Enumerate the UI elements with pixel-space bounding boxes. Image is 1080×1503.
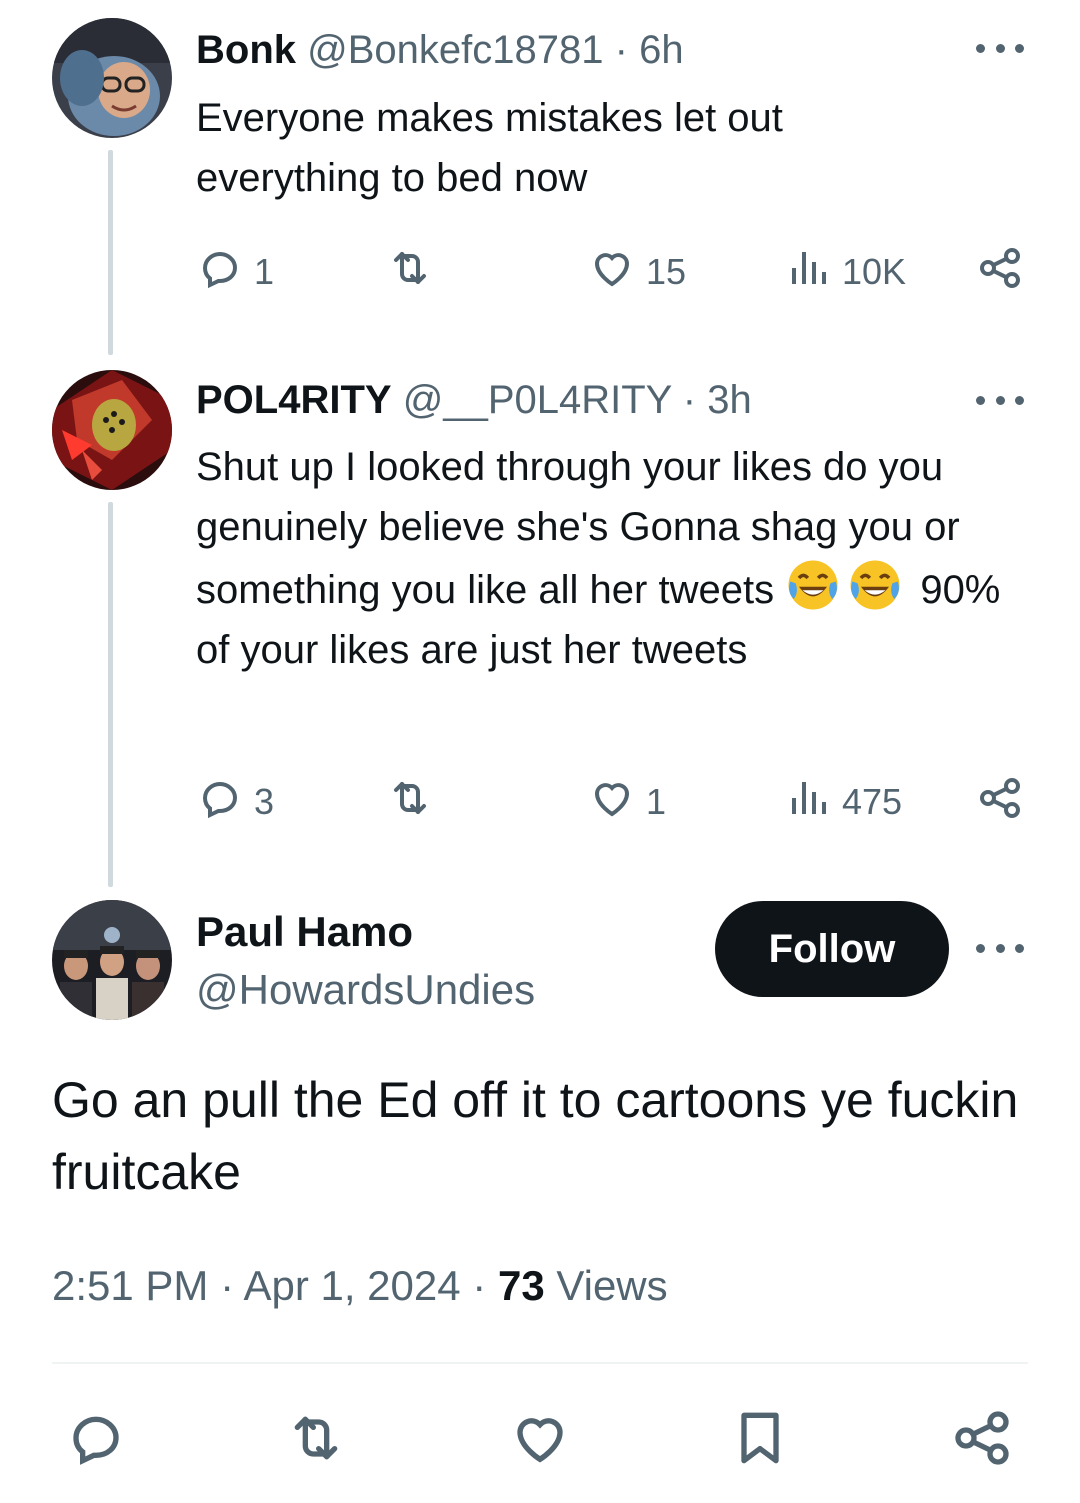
thread-line [108, 502, 113, 887]
reply-count: 3 [254, 781, 275, 822]
heart-icon [588, 774, 636, 831]
share-button[interactable] [976, 772, 1024, 832]
handle[interactable]: @HowardsUndies [196, 964, 535, 1016]
display-name[interactable]: Bonk [196, 28, 296, 72]
like-button[interactable]: 15 [588, 242, 686, 302]
laughing-emoji-icon [785, 557, 841, 613]
reply-count: 1 [254, 251, 275, 292]
separator: · [472, 1262, 487, 1309]
share-icon [976, 244, 1024, 301]
tweet-header: POL4RITY @__P0L4RITY · 3h [196, 376, 752, 424]
reply-icon [196, 244, 244, 301]
date[interactable]: Apr 1, 2024 [243, 1262, 460, 1309]
like-count: 1 [646, 781, 667, 822]
separator: · [614, 28, 628, 72]
avatar[interactable] [52, 18, 172, 138]
tweet-text: Shut up I looked through your likes do y… [196, 437, 1036, 680]
views-button[interactable]: 475 [784, 772, 902, 832]
more-icon[interactable] [976, 38, 1024, 58]
share-icon[interactable] [950, 1406, 1014, 1470]
timestamp[interactable]: 6h [639, 28, 684, 72]
retweet-icon [386, 774, 434, 831]
tweet-timestamp: 2:51 PM · Apr 1, 2024 · 73 Views [52, 1258, 668, 1314]
retweet-button[interactable] [386, 772, 444, 832]
main-tweet-text: Go an pull the Ed off it to cartoons ye … [52, 1072, 1019, 1200]
follow-button[interactable]: Follow [715, 901, 949, 997]
handle[interactable]: @Bonkefc18781 [307, 28, 603, 72]
more-icon[interactable] [976, 390, 1024, 410]
avatar[interactable] [52, 900, 172, 1020]
tweet-actions: 1 15 10K [196, 242, 1026, 302]
share-button[interactable] [976, 242, 1024, 302]
heart-icon[interactable] [508, 1406, 572, 1470]
tweet-actions: 3 1 475 [196, 772, 1026, 832]
handle[interactable]: @__P0L4RITY [403, 378, 672, 422]
share-icon [976, 774, 1024, 831]
tweet-header: Bonk @Bonkefc18781 · 6h [196, 26, 684, 74]
view-count: 10K [842, 251, 907, 292]
separator: · [682, 378, 697, 422]
reply-icon [196, 774, 244, 831]
laughing-emoji-icon [847, 557, 903, 613]
timestamp[interactable]: 3h [707, 378, 752, 422]
like-count: 15 [646, 251, 687, 292]
views-count: 73 [497, 1262, 545, 1309]
separator: · [220, 1262, 235, 1309]
emoji-group [785, 557, 909, 620]
like-button[interactable]: 1 [588, 772, 666, 832]
views-icon [784, 774, 832, 831]
more-icon[interactable] [976, 938, 1024, 958]
time[interactable]: 2:51 PM [52, 1262, 208, 1309]
retweet-icon [386, 244, 434, 301]
action-bar [0, 1400, 1080, 1480]
avatar[interactable] [52, 370, 172, 490]
display-name[interactable]: Paul Hamo [196, 906, 413, 958]
divider [52, 1362, 1028, 1364]
view-count: 475 [842, 781, 903, 822]
heart-icon [588, 244, 636, 301]
retweet-button[interactable] [386, 242, 444, 302]
thread-line [108, 150, 113, 355]
retweet-icon[interactable] [284, 1406, 348, 1470]
reply-icon[interactable] [64, 1406, 128, 1470]
reply-button[interactable]: 3 [196, 772, 274, 832]
display-name[interactable]: POL4RITY [196, 378, 392, 422]
views-label: Views [556, 1262, 668, 1309]
views-button[interactable]: 10K [784, 242, 906, 302]
tweet-text: Everyone makes mistakes let out everythi… [196, 96, 783, 200]
views-icon [784, 244, 832, 301]
reply-button[interactable]: 1 [196, 242, 274, 302]
bookmark-icon[interactable] [728, 1406, 792, 1470]
